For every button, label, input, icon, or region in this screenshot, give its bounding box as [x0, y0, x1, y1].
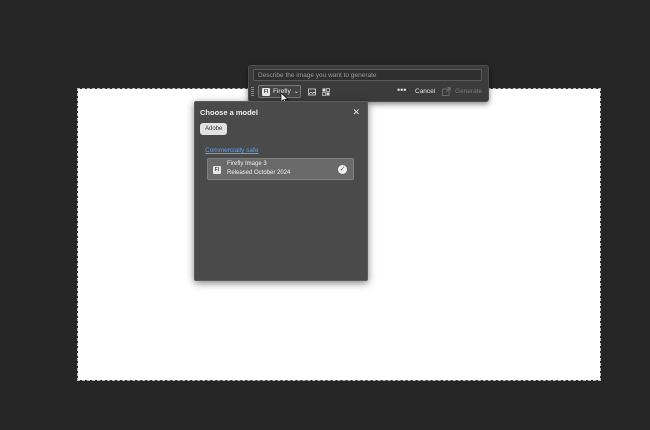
- model-name: Firefly Image 3: [227, 161, 267, 167]
- firefly-badge-icon: FI: [213, 166, 221, 174]
- more-icon[interactable]: •••: [397, 85, 406, 95]
- image-reference-icon[interactable]: [308, 88, 316, 96]
- grip-icon[interactable]: [251, 87, 254, 97]
- prompt-input[interactable]: Describe the image you want to generate: [253, 69, 482, 81]
- model-option-firefly-image-3[interactable]: FI Firefly Image 3 Released October 2024…: [207, 158, 354, 180]
- checkmark-icon: ✓: [338, 165, 347, 174]
- model-release-date: Released October 2024: [227, 170, 291, 176]
- cancel-button[interactable]: Cancel: [415, 88, 435, 95]
- filter-chip-adobe[interactable]: Adobe: [200, 123, 228, 135]
- style-reference-icon[interactable]: [322, 88, 330, 96]
- chevron-down-icon: ⌄: [293, 89, 299, 95]
- commercially-safe-link[interactable]: Commercially safe: [205, 147, 258, 154]
- firefly-badge-icon: FI: [262, 87, 270, 96]
- generate-icon: [442, 87, 451, 96]
- popup-title: Choose a model: [200, 108, 258, 117]
- generate-button[interactable]: Generate: [455, 88, 482, 95]
- choose-model-popup: Choose a model ✕ Adobe Commercially safe…: [194, 101, 368, 281]
- close-icon[interactable]: ✕: [352, 107, 360, 118]
